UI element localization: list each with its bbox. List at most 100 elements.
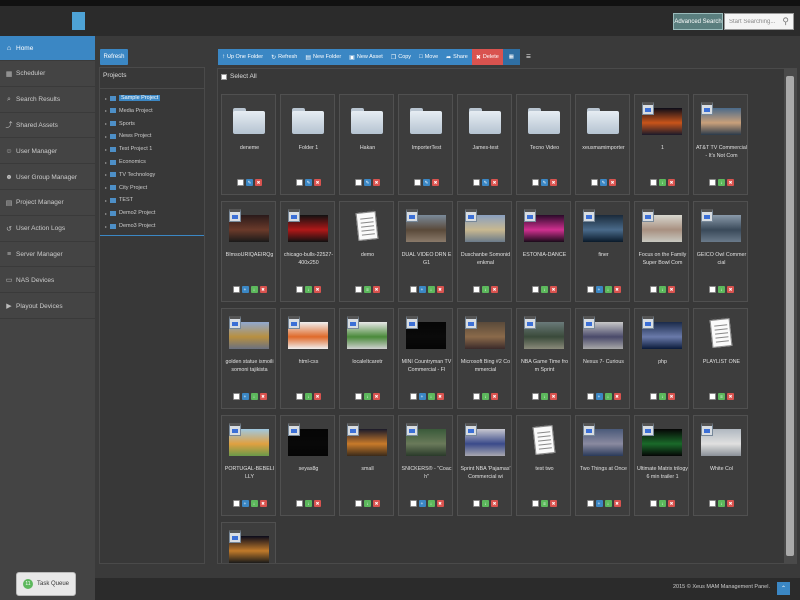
plus-icon[interactable]: + [241,393,249,400]
download-icon[interactable]: ↓ [482,500,489,507]
toolbar-new-asset-button[interactable]: ▣ New Asset [345,49,387,65]
sidebar-item-search-results[interactable]: ⌕ Search Results [0,88,95,113]
asset-card[interactable]: chicago-bulls-22527-400x250 ↓ ✖ [280,201,335,302]
trash-icon[interactable]: ✖ [314,179,321,186]
asset-card[interactable]: golden statue ismoili somoni tajikista + ↓… [221,308,276,409]
asset-card[interactable]: BImsoURIQAEIRQg + ↓ ✖ [221,201,276,302]
toolbar-refresh-button[interactable]: ↻ Refresh [267,49,301,65]
asset-card[interactable]: ImporterTest ✎ ✖ [398,94,453,195]
select-all[interactable]: Select All [221,73,257,80]
asset-card[interactable]: NBA Game Time from Sprint ↓ ✖ [516,308,571,409]
edit-icon[interactable]: ✎ [482,179,489,186]
project-tree-item[interactable]: ▸ News Project [105,131,151,141]
trash-icon[interactable]: ✖ [491,393,498,400]
project-tree-item[interactable]: ▸ Sports [105,119,135,129]
download-icon[interactable]: ↓ [718,500,725,507]
asset-card[interactable]: html-css ↓ ✖ [280,308,335,409]
sidebar-item-server-manager[interactable]: ≡ Server Manager [0,242,95,268]
trash-icon[interactable]: ✖ [727,500,734,507]
select-checkbox[interactable] [586,393,594,400]
select-checkbox[interactable] [296,286,303,293]
download-icon[interactable]: ↓ [427,393,435,400]
trash-icon[interactable]: ✖ [436,500,444,507]
asset-card[interactable]: localeItcaretr ↓ ✖ [339,308,394,409]
sidebar-item-user-manager[interactable]: ☺ User Manager [0,139,95,165]
edit-icon[interactable]: ✎ [541,179,548,186]
select-checkbox[interactable] [591,179,598,186]
select-checkbox[interactable] [650,500,657,507]
toolbar-up-one-folder-button[interactable]: ↑ Up One Folder [218,49,267,65]
select-checkbox[interactable] [473,179,480,186]
asset-card[interactable]: Nexus 7- Curious + ↓ ✖ [575,308,630,409]
scrollbar-thumb[interactable] [786,76,794,556]
grid-scrollbar[interactable] [784,68,796,564]
download-icon[interactable]: ↓ [541,393,548,400]
asset-card[interactable]: deneme ✎ ✖ [221,94,276,195]
project-tree-item[interactable]: ▸ Demo3 Project [105,221,155,231]
select-checkbox[interactable] [709,393,716,400]
asset-card[interactable]: small ↓ ✖ [339,415,394,516]
plus-icon[interactable]: + [418,286,426,293]
select-checkbox[interactable] [650,179,657,186]
download-icon[interactable]: ↓ [659,286,666,293]
download-icon[interactable]: ↓ [604,286,612,293]
trash-icon[interactable]: ✖ [314,286,321,293]
trash-icon[interactable]: ✖ [491,500,498,507]
trash-icon[interactable]: ✖ [668,179,675,186]
edit-icon[interactable]: ✎ [423,179,430,186]
download-icon[interactable]: ↓ [659,393,666,400]
asset-card[interactable]: finer + ↓ ✖ [575,201,630,302]
trash-icon[interactable]: ✖ [314,500,321,507]
select-checkbox[interactable] [296,500,303,507]
select-checkbox[interactable] [232,286,240,293]
select-checkbox[interactable] [355,179,362,186]
select-checkbox[interactable] [532,500,539,507]
toolbar-copy-button[interactable]: ❐ Copy [387,49,415,65]
download-icon[interactable]: ↓ [604,500,612,507]
advanced-search-button[interactable]: Advanced Search [673,13,723,30]
toolbar-move-button[interactable]: □ Move [415,49,442,65]
scroll-top-icon[interactable]: ⌃ [777,582,790,595]
asset-card[interactable]: 1 ↓ ✖ [634,94,689,195]
select-checkbox[interactable] [586,286,594,293]
project-tree-item[interactable]: ▸ Demo2 Project [105,208,155,218]
asset-card[interactable]: Folder 1 ✎ ✖ [280,94,335,195]
trash-icon[interactable]: ✖ [491,179,498,186]
select-checkbox[interactable] [414,179,421,186]
trash-icon[interactable]: ✖ [373,500,380,507]
select-checkbox[interactable] [650,286,657,293]
select-checkbox[interactable] [473,500,480,507]
trash-icon[interactable]: ✖ [373,393,380,400]
sidebar-item-user-action-logs[interactable]: ↺ User Action Logs [0,217,95,242]
asset-card[interactable]: Tecno Video ✎ ✖ [516,94,571,195]
download-icon[interactable]: ↓ [250,500,258,507]
download-icon[interactable]: ↓ [541,286,548,293]
search-box[interactable]: ⚲ [724,13,794,30]
select-checkbox[interactable] [473,286,480,293]
project-tree-item[interactable]: ▸ Sample Project [105,93,161,103]
project-tree-item[interactable]: ▸ TEST [105,195,133,205]
list-view-icon[interactable]: ☰ [520,49,537,65]
select-checkbox[interactable] [650,393,657,400]
asset-card[interactable]: James-test ✎ ✖ [457,94,512,195]
plus-icon[interactable]: + [241,500,249,507]
trash-icon[interactable]: ✖ [259,393,267,400]
task-queue-button[interactable]: 11 Task Queue [16,572,76,596]
edit-icon[interactable]: ✎ [364,179,371,186]
sidebar-item-shared-assets[interactable]: ⤴ Shared Assets [0,113,95,139]
asset-card[interactable]: Sprint NBA 'Pajamas' Commercial wi ↓ ✖ [457,415,512,516]
trash-icon[interactable]: ✖ [432,179,439,186]
projects-refresh-button[interactable]: Refresh [100,49,128,65]
select-checkbox[interactable] [409,286,417,293]
trash-icon[interactable]: ✖ [613,393,621,400]
download-icon[interactable]: ↓ [250,286,258,293]
download-icon[interactable]: ↓ [305,393,312,400]
trash-icon[interactable]: ✖ [436,393,444,400]
edit-icon[interactable]: ✎ [600,179,607,186]
sidebar-item-scheduler[interactable]: ▦ Scheduler [0,62,95,87]
trash-icon[interactable]: ✖ [668,286,675,293]
trash-icon[interactable]: ✖ [373,179,380,186]
asset-card[interactable]: test two ≡ ✖ [516,415,571,516]
download-icon[interactable]: ↓ [718,286,725,293]
trash-icon[interactable]: ✖ [727,393,734,400]
